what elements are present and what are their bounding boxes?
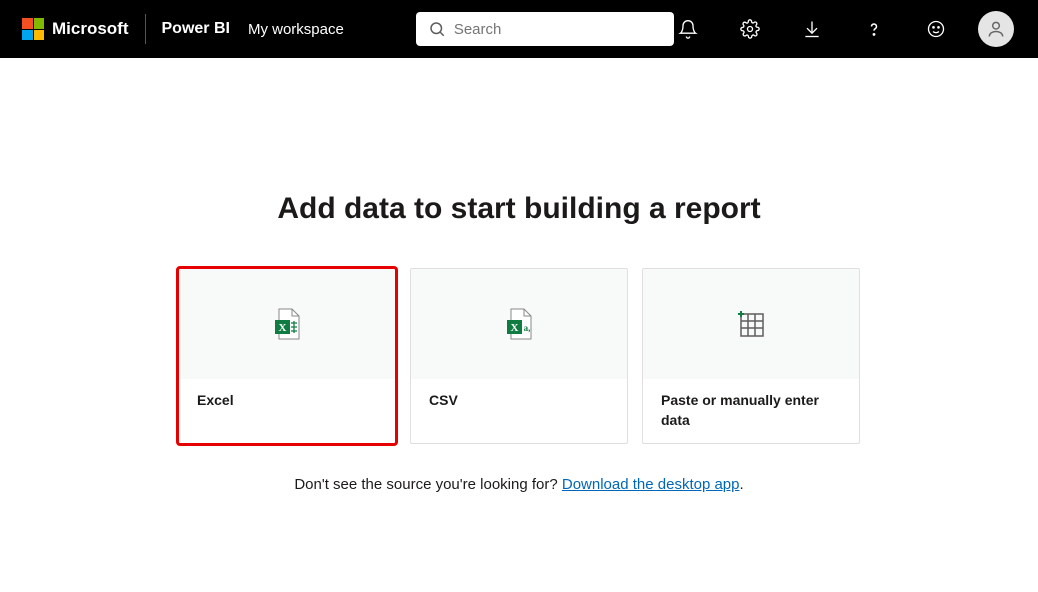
header-divider — [145, 14, 146, 44]
workspace-breadcrumb[interactable]: My workspace — [248, 21, 344, 38]
svg-text:X: X — [279, 322, 287, 334]
svg-text:a,: a, — [524, 323, 531, 333]
feedback-button[interactable] — [922, 15, 950, 43]
card-manual-label: Paste or manually enter data — [643, 379, 859, 443]
card-csv[interactable]: X a, CSV — [410, 268, 628, 444]
table-plus-icon — [733, 306, 769, 342]
account-button[interactable] — [978, 11, 1014, 47]
footer-prompt-text: Don't see the source you're looking for? — [294, 476, 562, 493]
card-excel-icon-area: X — [179, 269, 395, 379]
footer-period: . — [740, 476, 744, 493]
bell-icon — [678, 19, 698, 39]
download-desktop-link[interactable]: Download the desktop app — [562, 476, 740, 493]
smiley-icon — [926, 19, 946, 39]
notifications-button[interactable] — [674, 15, 702, 43]
data-source-cards: X Excel X a, CSV — [178, 268, 860, 444]
help-button[interactable] — [860, 15, 888, 43]
header-actions — [674, 11, 1022, 47]
microsoft-logo[interactable]: Microsoft — [22, 18, 129, 40]
settings-button[interactable] — [736, 15, 764, 43]
card-excel[interactable]: X Excel — [178, 268, 396, 444]
gear-icon — [740, 19, 760, 39]
svg-text:X: X — [511, 322, 519, 334]
app-header: Microsoft Power BI My workspace — [0, 0, 1038, 58]
microsoft-logo-icon — [22, 18, 44, 40]
download-icon — [802, 19, 822, 39]
main-content: Add data to start building a report X Ex… — [0, 58, 1038, 493]
page-heading: Add data to start building a report — [277, 192, 760, 226]
person-icon — [986, 19, 1006, 39]
card-manual-icon-area — [643, 269, 859, 379]
card-csv-label: CSV — [411, 379, 627, 443]
brand-label: Microsoft — [52, 19, 129, 39]
help-icon — [864, 19, 884, 39]
search-box[interactable] — [416, 12, 674, 46]
csv-file-icon: X a, — [501, 306, 537, 342]
app-name[interactable]: Power BI — [162, 20, 230, 38]
footer-prompt: Don't see the source you're looking for?… — [294, 476, 743, 493]
download-button[interactable] — [798, 15, 826, 43]
search-input[interactable] — [454, 21, 662, 38]
search-icon — [428, 20, 446, 38]
card-manual-data[interactable]: Paste or manually enter data — [642, 268, 860, 444]
card-excel-label: Excel — [179, 379, 395, 443]
card-csv-icon-area: X a, — [411, 269, 627, 379]
excel-file-icon: X — [269, 306, 305, 342]
